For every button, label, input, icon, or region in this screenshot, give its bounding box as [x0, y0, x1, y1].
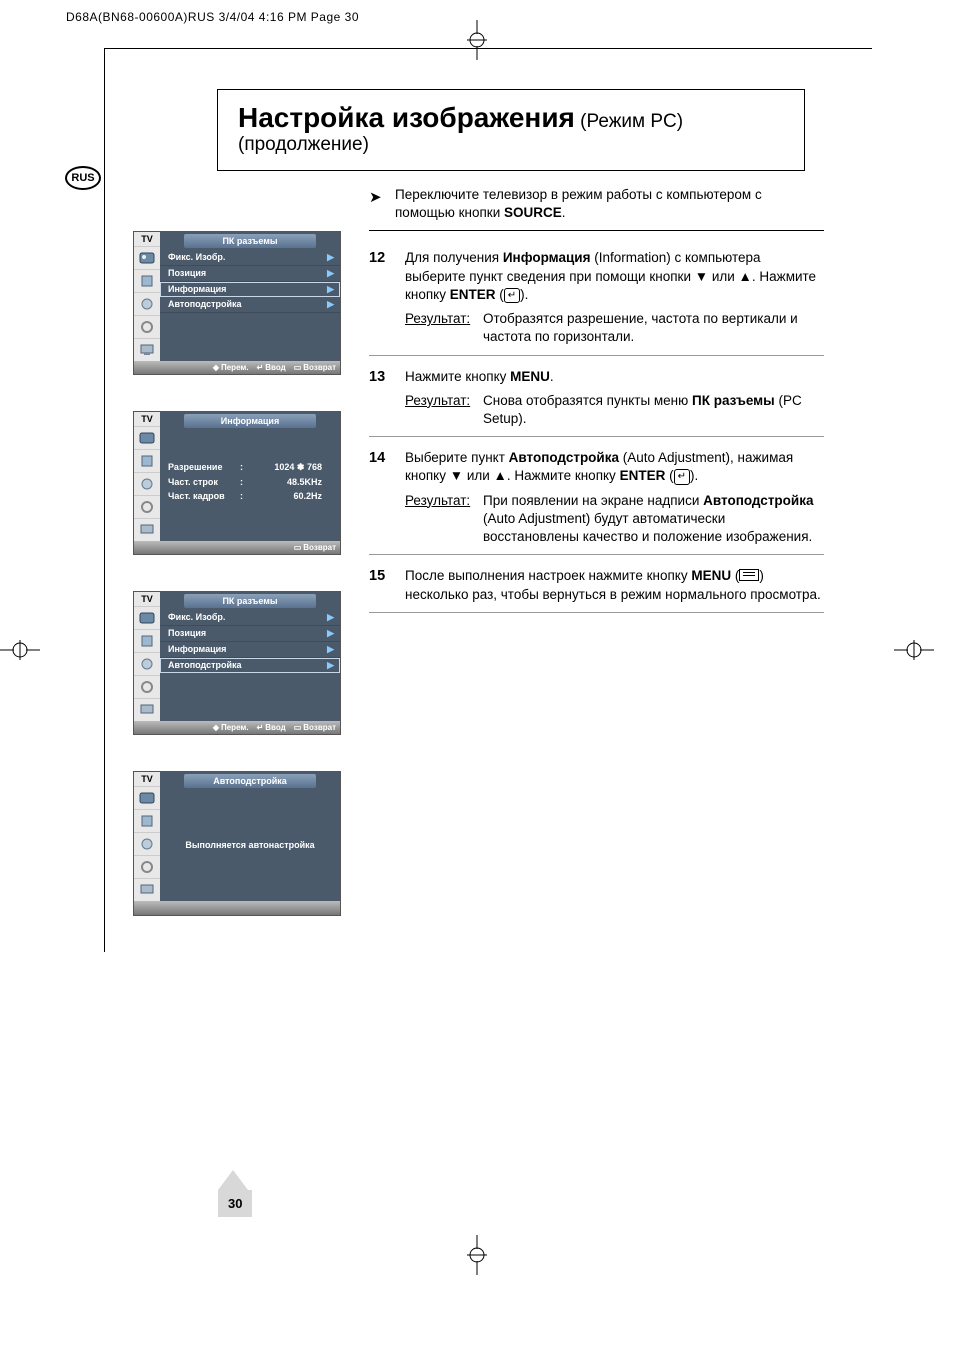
info-label: Разрешение	[168, 462, 240, 473]
picture-icon	[134, 786, 160, 809]
osd-item: Информация	[168, 644, 327, 655]
pc-icon	[134, 878, 160, 901]
setup-icon	[134, 495, 160, 518]
picture-icon	[134, 606, 160, 629]
osd-pc-setup-auto-selected: TV ПК разъемы Фикс. Изобр.▶ Позиция▶ Инф…	[133, 591, 341, 735]
step-12: 12 Для получения Информация (Information…	[369, 243, 824, 355]
osd-hint-return: ▭ Возврат	[294, 363, 336, 372]
chevron-right-icon: ▶	[327, 268, 334, 279]
setup-icon	[134, 855, 160, 878]
osd-information: TV Информация Разрешение:1024 ✽ 768 Част…	[133, 411, 341, 555]
osd-item: Фикс. Изобр.	[168, 612, 327, 623]
step-number: 13	[369, 368, 405, 429]
sound-icon	[134, 269, 160, 292]
osd-item: Позиция	[168, 268, 327, 279]
osd-title: ПК разъемы	[184, 594, 316, 608]
top-note: ➤ Переключите телевизор в режим работы с…	[369, 186, 824, 231]
pc-icon	[134, 698, 160, 721]
enter-icon: ↵	[504, 288, 520, 304]
result-label: Результат	[405, 392, 483, 428]
channel-icon	[134, 472, 160, 495]
crop-mark-icon	[0, 630, 40, 675]
pointer-icon: ➤	[369, 188, 382, 208]
step-14: 14 Выберите пункт Автоподстройка (Auto A…	[369, 443, 824, 555]
pc-icon	[134, 338, 160, 361]
osd-item-selected: Автоподстройка	[168, 660, 327, 671]
result-label: Результат	[405, 492, 483, 547]
osd-title: Автоподстройка	[184, 774, 316, 788]
osd-hint-return: ▭ Возврат	[294, 723, 336, 732]
osd-tv-label: TV	[134, 232, 160, 246]
osd-tv-label: TV	[134, 772, 160, 786]
enter-icon: ↵	[674, 469, 690, 485]
channel-icon	[134, 292, 160, 315]
language-badge: RUS	[65, 166, 101, 190]
result-text: При появлении на экране надписи Автоподс…	[483, 492, 824, 547]
osd-tv-label: TV	[134, 592, 160, 606]
osd-item-selected: Информация	[168, 284, 327, 295]
page-number: 30	[218, 1190, 252, 1217]
chevron-right-icon: ▶	[327, 284, 334, 295]
picture-icon	[134, 246, 160, 269]
info-label: Част. кадров	[168, 491, 240, 501]
sound-icon	[134, 449, 160, 472]
osd-item: Позиция	[168, 628, 327, 639]
note-bold: SOURCE	[504, 205, 562, 220]
section-title-box: Настройка изображения (Режим PC) (продол…	[217, 89, 805, 171]
step-number: 15	[369, 567, 405, 603]
crop-mark-icon	[457, 1235, 497, 1280]
step-13: 13 Нажмите кнопку MENU. Результат Снова …	[369, 362, 824, 438]
picture-icon	[134, 426, 160, 449]
chevron-right-icon: ▶	[327, 299, 334, 310]
channel-icon	[134, 832, 160, 855]
chevron-right-icon: ▶	[327, 660, 334, 671]
osd-hint-move: ◆ Перем.	[213, 723, 249, 732]
osd-item: Фикс. Изобр.	[168, 252, 327, 263]
osd-hint-enter: ↵ Ввод	[257, 723, 286, 732]
osd-hint-enter: ↵ Ввод	[257, 363, 286, 372]
info-label: Част. строк	[168, 477, 240, 487]
osd-hint-return: ▭ Возврат	[294, 543, 336, 552]
chevron-right-icon: ▶	[327, 252, 334, 263]
osd-auto-message: Выполняется автонастройка	[160, 790, 340, 900]
osd-tv-label: TV	[134, 412, 160, 426]
step-15: 15 После выполнения настроек нажмите кно…	[369, 561, 824, 612]
osd-item: Автоподстройка	[168, 299, 327, 310]
pc-icon	[134, 518, 160, 541]
crop-mark-icon	[894, 630, 934, 675]
channel-icon	[134, 652, 160, 675]
chevron-right-icon: ▶	[327, 628, 334, 639]
step-number: 12	[369, 249, 405, 346]
osd-auto-adjustment: TV Автоподстройка Выполняется автонастро…	[133, 771, 341, 916]
info-value: 1024 ✽ 768	[250, 462, 332, 473]
setup-icon	[134, 315, 160, 338]
sound-icon	[134, 809, 160, 832]
sound-icon	[134, 629, 160, 652]
chevron-right-icon: ▶	[327, 644, 334, 655]
step-number: 14	[369, 449, 405, 546]
osd-title: ПК разъемы	[184, 234, 316, 248]
osd-pc-setup-info-selected: TV ПК разъемы Фикс. Изобр.▶ Позиция▶ Инф…	[133, 231, 341, 375]
osd-title: Информация	[184, 414, 316, 428]
menu-icon	[739, 569, 759, 581]
result-label: Результат	[405, 310, 483, 346]
setup-icon	[134, 675, 160, 698]
info-value: 48.5KHz	[250, 477, 332, 487]
result-text: Отобразятся разрешение, частота по верти…	[483, 310, 824, 346]
info-value: 60.2Hz	[250, 491, 332, 501]
section-title: Настройка изображения	[238, 102, 575, 133]
result-text: Снова отобразятся пункты меню ПК разъемы…	[483, 392, 824, 428]
page-number-decoration	[218, 1170, 248, 1190]
chevron-right-icon: ▶	[327, 612, 334, 623]
note-text: Переключите телевизор в режим работы с к…	[395, 187, 762, 220]
osd-hint-move: ◆ Перем.	[213, 363, 249, 372]
